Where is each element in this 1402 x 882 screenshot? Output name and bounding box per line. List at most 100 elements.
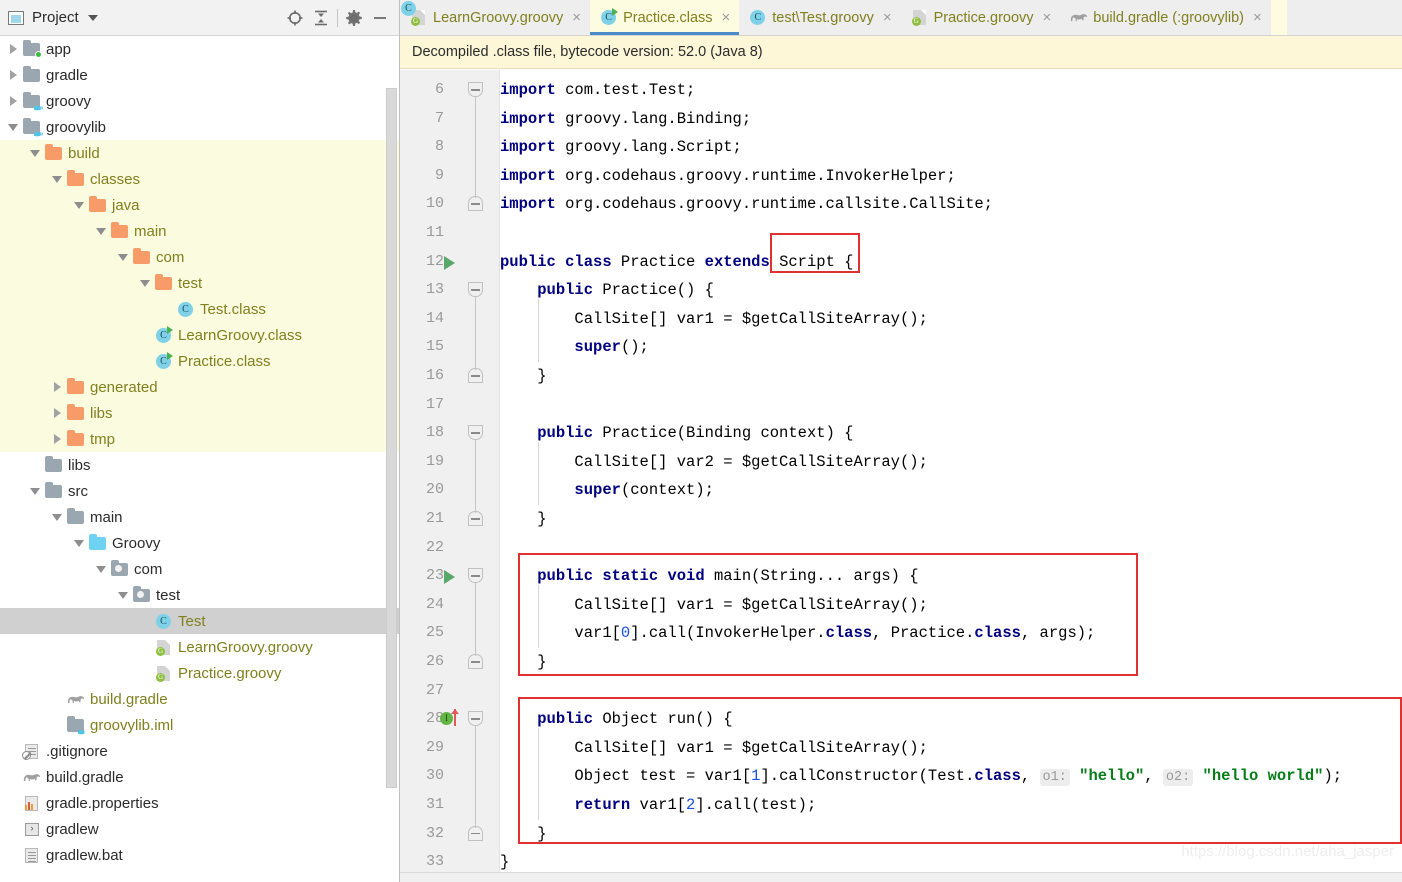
chevron-down-icon[interactable] (87, 14, 98, 21)
chevron-right-icon[interactable] (6, 94, 20, 108)
gutter-line-10[interactable]: 10 (400, 190, 500, 219)
gutter-line-18[interactable]: 18 (400, 419, 500, 448)
tree-item-test-class[interactable]: C Test.class (0, 296, 399, 322)
gutter-line-26[interactable]: 26 (400, 648, 500, 677)
close-icon[interactable]: × (1043, 10, 1052, 25)
close-icon[interactable]: × (1253, 10, 1262, 25)
gutter-line-16[interactable]: 16 (400, 362, 500, 391)
collapse-all-icon[interactable] (308, 5, 334, 31)
fold-marker-up[interactable] (468, 825, 483, 842)
close-icon[interactable]: × (572, 10, 581, 25)
tree-item-gradle-properties[interactable]: gradle.properties (0, 790, 399, 816)
gutter-line-31[interactable]: 31 (400, 791, 500, 820)
project-file-tree[interactable]: app gradle groovy groovylib build classes java… (0, 36, 399, 882)
project-tree-scroll-thumb[interactable] (386, 88, 397, 788)
code-line-7[interactable]: import groovy.lang.Binding; (500, 105, 751, 134)
tree-item-groovylib[interactable]: groovylib (0, 114, 399, 140)
tree-item-app[interactable]: app (0, 36, 399, 62)
chevron-down-icon[interactable] (116, 588, 130, 602)
run-arrow-icon[interactable] (444, 255, 455, 270)
code-line-32[interactable]: } (500, 820, 546, 849)
tree-item-groovy[interactable]: Groovy (0, 530, 399, 556)
gutter-line-9[interactable]: 9 (400, 162, 500, 191)
chevron-down-icon[interactable] (72, 536, 86, 550)
tree-item-gitignore[interactable]: .gitignore (0, 738, 399, 764)
editor-tab-overflow[interactable]: C (401, 0, 1287, 35)
editor-tab-practice-class[interactable]: C Practice.class × (590, 0, 740, 35)
code-line-19[interactable]: CallSite[] var2 = $getCallSiteArray(); (500, 448, 927, 477)
gutter-line-6[interactable]: 6 (400, 76, 500, 105)
tree-item-groovylib-iml[interactable]: groovylib.iml (0, 712, 399, 738)
editor-gutter[interactable]: 6 7 8 9 10 11 12 13 14 15 16 17 18 19 20 21 22 23 24 25 26 27… (400, 70, 500, 882)
gutter-line-23[interactable]: 23 (400, 562, 500, 591)
tree-item-generated[interactable]: generated (0, 374, 399, 400)
gutter-line-12[interactable]: 12 (400, 248, 500, 277)
tree-item-gradlew[interactable]: › gradlew (0, 816, 399, 842)
gutter-line-32[interactable]: 32 (400, 820, 500, 849)
code-line-25[interactable]: var1[0].call(InvokerHelper.class, Practi… (500, 619, 1095, 648)
gutter-line-28[interactable]: 28 I (400, 705, 500, 734)
gutter-line-7[interactable]: 7 (400, 105, 500, 134)
tree-item-learngroovy-groovy[interactable]: G LearnGroovy.groovy (0, 634, 399, 660)
code-line-29[interactable]: CallSite[] var1 = $getCallSiteArray(); (500, 734, 927, 763)
tree-item-com[interactable]: com (0, 244, 399, 270)
tree-item-gradle[interactable]: gradle (0, 62, 399, 88)
gutter-line-21[interactable]: 21 (400, 505, 500, 534)
code-line-9[interactable]: import org.codehaus.groovy.runtime.Invok… (500, 162, 956, 191)
tree-item-groovy[interactable]: groovy (0, 88, 399, 114)
code-line-16[interactable]: } (500, 362, 546, 391)
tree-item-classes[interactable]: classes (0, 166, 399, 192)
tree-item-build-gradle[interactable]: build.gradle (0, 686, 399, 712)
tree-item-src[interactable]: src (0, 478, 399, 504)
chevron-down-icon[interactable] (116, 250, 130, 264)
chevron-down-icon[interactable] (6, 120, 20, 134)
project-tree-scrollbar[interactable] (386, 36, 397, 882)
code-line-30[interactable]: Object test = var1[1].callConstructor(Te… (500, 762, 1342, 791)
code-line-28[interactable]: public Object run() { (500, 705, 732, 734)
tree-item-libs[interactable]: libs (0, 400, 399, 426)
code-line-23[interactable]: public static void main(String... args) … (500, 562, 918, 591)
gutter-line-17[interactable]: 17 (400, 391, 500, 420)
editor-tab-learngroovy-groovy[interactable]: G LearnGroovy.groovy × (400, 0, 591, 35)
gutter-line-27[interactable]: 27 (400, 677, 500, 706)
editor-tab-test-test-groovy[interactable]: Ctest\Test.groovy × (739, 0, 901, 35)
code-line-13[interactable]: public Practice() { (500, 276, 714, 305)
run-arrow-icon[interactable] (444, 570, 455, 585)
chevron-right-icon[interactable] (6, 68, 20, 82)
tree-item-main[interactable]: main (0, 218, 399, 244)
code-line-12[interactable]: public class Practice extends Script { (500, 248, 853, 277)
chevron-down-icon[interactable] (94, 224, 108, 238)
chevron-right-icon[interactable] (50, 380, 64, 394)
gutter-line-19[interactable]: 19 (400, 448, 500, 477)
tree-item-gradlew-bat[interactable]: gradlew.bat (0, 842, 399, 868)
overriding-method-icon[interactable] (451, 709, 459, 727)
close-icon[interactable]: × (883, 10, 892, 25)
chevron-down-icon[interactable] (138, 276, 152, 290)
chevron-down-icon[interactable] (94, 562, 108, 576)
chevron-right-icon[interactable] (6, 42, 20, 56)
gutter-line-25[interactable]: 25 (400, 619, 500, 648)
tree-item-test[interactable]: C Test (0, 608, 399, 634)
chevron-down-icon[interactable] (72, 198, 86, 212)
fold-marker-up[interactable] (468, 511, 483, 527)
gutter-line-11[interactable]: 11 (400, 219, 500, 248)
tree-item-test[interactable]: test (0, 270, 399, 296)
chevron-right-icon[interactable] (50, 406, 64, 420)
gutter-line-15[interactable]: 15 (400, 333, 500, 362)
tree-item-main[interactable]: main (0, 504, 399, 530)
locate-target-icon[interactable] (282, 5, 308, 31)
code-line-20[interactable]: super(context); (500, 476, 714, 505)
tree-item-learngroovy-class[interactable]: C LearnGroovy.class (0, 322, 399, 348)
chevron-down-icon[interactable] (50, 172, 64, 186)
tree-item-com[interactable]: com (0, 556, 399, 582)
chevron-down-icon[interactable] (28, 146, 42, 160)
fold-marker-up[interactable] (468, 368, 483, 384)
code-line-21[interactable]: } (500, 505, 546, 534)
gutter-line-29[interactable]: 29 (400, 734, 500, 763)
fold-marker-up[interactable] (468, 654, 483, 670)
tree-item-build[interactable]: build (0, 140, 399, 166)
code-line-26[interactable]: } (500, 648, 546, 677)
chevron-down-icon[interactable] (28, 484, 42, 498)
gutter-line-14[interactable]: 14 (400, 305, 500, 334)
tree-item-tmp[interactable]: tmp (0, 426, 399, 452)
